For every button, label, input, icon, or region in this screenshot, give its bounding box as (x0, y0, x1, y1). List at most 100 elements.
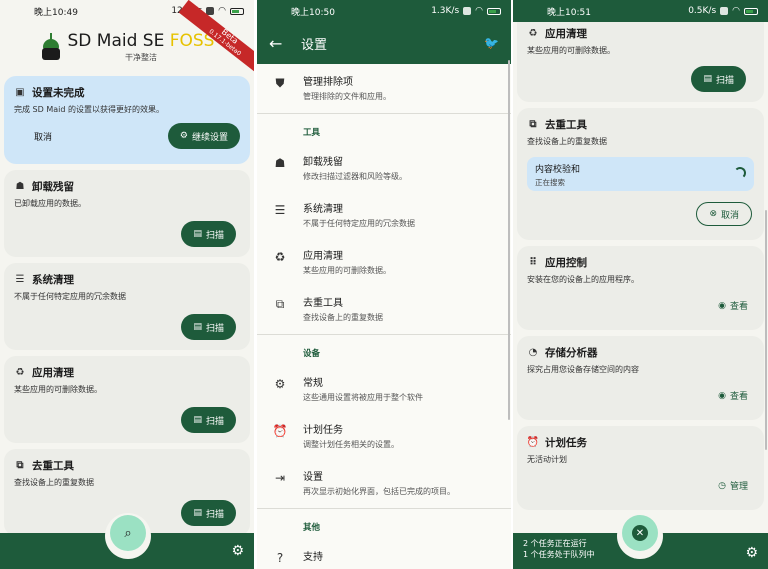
tool-card-app-control: ⠿ 应用控制 安装在您的设备上的应用程序。 ◉ 查看 (517, 246, 764, 330)
cancel-tasks-fab[interactable]: ✕ (622, 515, 658, 551)
settings-item-scheduler[interactable]: ⏰ 计划任务 调整计划任务相关的设置。 (257, 412, 511, 459)
tool-card-storage-analyzer: ◔ 存储分析器 探究占用您设备存储空间的内容 ◉ 查看 (517, 336, 764, 420)
continue-setup-button[interactable]: ⚙ 继续设置 (167, 123, 240, 149)
divider (257, 508, 511, 509)
settings-item-setup[interactable]: ⇥ 设置 再次显示初始化界面，包括已完成的项目。 (257, 459, 511, 506)
tool-card-deduplicator: ⧉ 去重工具 查找设备上的重复数据 内容校验和 正在搜索 ⊗ 取消 (517, 108, 764, 240)
alarm-icon: ⏰ (526, 437, 540, 448)
broom-search-icon: ⌕ (124, 525, 132, 541)
back-arrow-icon[interactable]: ← (269, 34, 289, 53)
tool-card-app-cleaner: ♻ 应用清理 某些应用的可删除数据。 ▤ 扫描 (517, 22, 764, 102)
folder-search-icon: ▤ (193, 508, 202, 518)
settings-item-deduplicator[interactable]: ⧉ 去重工具 查找设备上的重复数据 (257, 285, 511, 332)
twitter-bird-icon[interactable]: 🐦 (484, 36, 499, 50)
eye-icon: ◉ (718, 300, 726, 311)
section-header-other: 其他 (303, 523, 321, 533)
loading-spinner-icon (734, 167, 746, 179)
app-subtitle: 干净整洁 (124, 53, 157, 62)
list-icon: ☰ (15, 274, 25, 285)
wifi-icon: ◠ (732, 6, 740, 16)
recycle-icon: ♻ (15, 367, 25, 378)
gear-icon: ⚙ (274, 377, 286, 391)
settings-gear-icon[interactable]: ⚙ (231, 543, 244, 559)
settings-item-system-cleaner[interactable]: ☰ 系统清理 不属于任何特定应用的冗余数据 (257, 191, 511, 238)
eye-icon: ◉ (718, 390, 726, 401)
folder-search-icon: ▤ (193, 229, 202, 239)
progress-box: 内容校验和 正在搜索 (527, 157, 754, 191)
list-icon: ☰ (274, 203, 286, 217)
battery-icon (487, 7, 501, 15)
gear-icon: ⚙ (179, 131, 188, 141)
ghost-icon: ☗ (15, 181, 25, 192)
manage-button[interactable]: ◷ 管理 (718, 479, 748, 493)
scan-button[interactable]: ▤ 扫描 (181, 500, 236, 526)
status-time: 晚上10:51 (547, 7, 591, 18)
setup-icon: ⇥ (274, 471, 286, 485)
page-title: 设置 (301, 37, 328, 53)
settings-item-support[interactable]: ? 支持 (257, 539, 511, 569)
status-bar: 晚上10:50 1.3K/s ◠ (257, 0, 511, 22)
top-app-bar: ← 设置 🐦 (257, 22, 511, 64)
tool-card-corpse-finder: ☗ 卸载残留 已卸载应用的数据。 ▤ 扫描 (4, 170, 250, 257)
settings-item-exclusions[interactable]: ⛊ 管理排除项 管理排除的文件和应用。 (257, 64, 511, 111)
settings-item-corpse-finder[interactable]: ☗ 卸载残留 修改扫描过滤器和风险等级。 (257, 144, 511, 191)
settings-gear-icon[interactable]: ⚙ (745, 546, 758, 560)
section-header-tools: 工具 (303, 128, 321, 138)
battery-icon (230, 7, 244, 15)
status-time: 晚上10:50 (291, 7, 335, 18)
recycle-icon: ♻ (274, 250, 286, 264)
sim-icon (720, 7, 729, 15)
setup-incomplete-card: ▣ 设置未完成 完成 SD Maid 的设置以获得更好的效果。 取消 ⚙ 继续设… (4, 76, 250, 164)
dashboard-running-screen: 晚上10:51 0.5K/s ◠ ♻ 应用清理 某些应用的可删除数据。 ▤ 扫描 ⧉… (513, 0, 768, 569)
divider (257, 113, 511, 114)
close-icon: ✕ (632, 525, 648, 541)
status-bar: 晚上10:51 0.5K/s ◠ (513, 0, 768, 22)
settings-item-general[interactable]: ⚙ 常规 这些通用设置将被应用于整个软件 (257, 365, 511, 412)
network-speed: 1.3K/s (431, 6, 460, 16)
setup-desc: 完成 SD Maid 的设置以获得更好的效果。 (14, 105, 164, 114)
scan-button[interactable]: ▤ 扫描 (181, 407, 236, 433)
apps-grid-icon: ⠿ (529, 257, 537, 268)
tool-card-scheduler: ⏰ 计划任务 无活动计划 ◷ 管理 (517, 426, 764, 510)
ghost-icon: ☗ (274, 156, 286, 170)
duplicate-icon: ⧉ (529, 119, 537, 130)
folder-search-icon: ▤ (193, 322, 202, 332)
section-header-device: 设备 (303, 349, 321, 359)
duplicate-icon: ⧉ (275, 296, 285, 311)
sd-maid-logo-icon (40, 33, 62, 61)
status-bar: 晚上10:49 127K/s ◠ (0, 0, 254, 22)
scan-all-fab[interactable]: ⌕ (110, 515, 146, 551)
scrollbar[interactable] (508, 60, 510, 420)
view-button[interactable]: ◉ 查看 (718, 299, 748, 313)
scan-button[interactable]: ▤ 扫描 (181, 314, 236, 340)
scrollbar[interactable] (765, 210, 767, 450)
divider (257, 334, 511, 335)
scan-button[interactable]: ▤ 扫描 (691, 66, 746, 92)
status-time: 晚上10:49 (34, 7, 78, 18)
shield-icon: ⛊ (275, 75, 285, 90)
battery-icon (744, 7, 758, 15)
view-button[interactable]: ◉ 查看 (718, 389, 748, 403)
cancel-button[interactable]: ⊗ 取消 (696, 202, 752, 226)
settings-screen: 晚上10:50 1.3K/s ◠ ← 设置 🐦 ⛊ 管理排除项 管理排除的文件和… (257, 0, 511, 569)
settings-item-app-cleaner[interactable]: ♻ 应用清理 某些应用的可删除数据。 (257, 238, 511, 285)
recycle-icon: ♻ (528, 28, 538, 39)
folder-search-icon: ▤ (193, 415, 202, 425)
folder-search-icon: ▤ (703, 74, 712, 84)
scan-button[interactable]: ▤ 扫描 (181, 221, 236, 247)
close-circle-icon: ⊗ (709, 209, 717, 219)
dashboard-screen: 晚上10:49 127K/s ◠ SD Maid SE FOSS 干净整洁 Be… (0, 0, 254, 569)
app-header: SD Maid SE FOSS 干净整洁 Beta 0.17.1-beta0 (0, 0, 254, 81)
sim-icon (463, 7, 472, 15)
duplicate-icon: ⧉ (16, 460, 24, 471)
wifi-icon: ◠ (218, 6, 226, 16)
setup-robot-icon: ▣ (15, 87, 25, 98)
network-speed: 0.5K/s (688, 6, 717, 16)
cancel-setup-button[interactable]: 取消 (14, 126, 74, 147)
app-title: SD Maid SE FOSS (67, 31, 215, 51)
wifi-icon: ◠ (475, 6, 483, 16)
pie-chart-icon: ◔ (528, 347, 538, 358)
help-icon: ? (276, 551, 284, 565)
clock-icon: ◷ (718, 480, 726, 491)
tool-card-system-cleaner: ☰ 系统清理 不属于任何特定应用的冗余数据 ▤ 扫描 (4, 263, 250, 350)
